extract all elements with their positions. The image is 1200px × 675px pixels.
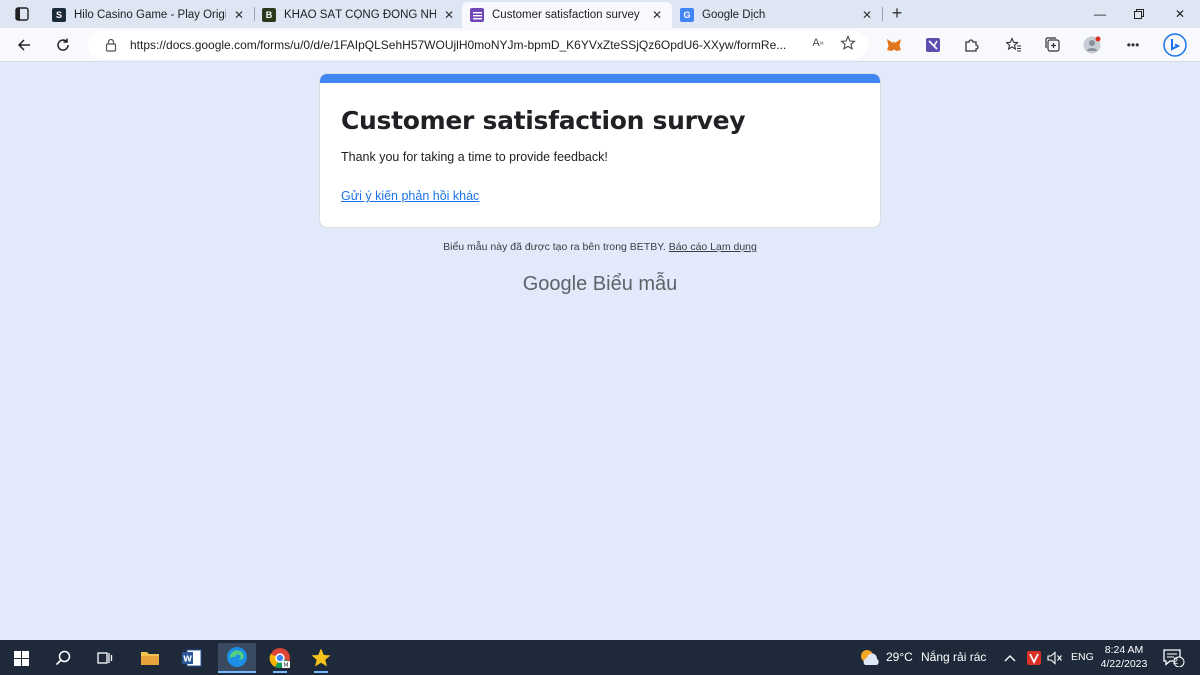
window-close-icon[interactable]: ✕	[1168, 4, 1192, 24]
casino-favicon-icon: S	[52, 8, 66, 22]
submit-another-response-link[interactable]: Gửi ý kiến phản hồi khác	[341, 189, 479, 203]
tab-customer-survey[interactable]: Customer satisfaction survey ✕	[462, 2, 672, 28]
new-tab-button[interactable]: +	[888, 4, 906, 23]
report-abuse-link[interactable]: Báo cáo Lạm dụng	[669, 241, 757, 253]
input-language[interactable]: ENG	[1071, 651, 1094, 663]
vivaldi-tray-icon[interactable]	[1023, 643, 1045, 673]
edge-browser-icon[interactable]	[218, 643, 256, 673]
back-arrow-icon[interactable]	[12, 33, 36, 57]
profile-avatar-icon[interactable]	[1083, 36, 1101, 54]
url-text[interactable]: https://docs.google.com/forms/u/0/d/e/1F…	[130, 38, 802, 52]
volume-muted-icon[interactable]	[1044, 643, 1066, 673]
bing-copilot-icon[interactable]	[1163, 33, 1187, 57]
created-inside-text: Biểu mẫu này đã được tạo ra bên trong BE…	[443, 241, 666, 253]
close-icon[interactable]: ✕	[232, 8, 246, 22]
clock-time: 8:24 AM	[1104, 644, 1144, 656]
google-forms-logo[interactable]: Google Biểu mẫu	[0, 273, 1200, 296]
add-favorite-icon[interactable]	[840, 35, 856, 51]
form-accent-band	[320, 74, 880, 83]
file-explorer-icon[interactable]	[135, 643, 165, 673]
extension-purple-icon[interactable]	[924, 36, 942, 54]
chrome-icon[interactable]: M	[265, 643, 295, 673]
tab-title: Google Dịch	[702, 9, 766, 21]
betby-favicon-icon: B	[262, 8, 276, 22]
clock-date: 4/22/2023	[1100, 658, 1148, 670]
address-bar[interactable]: https://docs.google.com/forms/u/0/d/e/1F…	[88, 31, 868, 59]
task-view-icon[interactable]	[90, 643, 120, 673]
google-wordmark: Google	[522, 273, 588, 295]
star-app-icon[interactable]	[306, 643, 336, 673]
windows-taskbar: W M 29°C Nắng rải rác ENG 2	[0, 640, 1200, 675]
weather-icon[interactable]	[855, 643, 885, 673]
read-aloud-icon[interactable]: A»	[810, 35, 826, 51]
collections-icon[interactable]	[1044, 36, 1062, 54]
svg-text:M: M	[283, 662, 288, 669]
favorites-icon[interactable]	[1005, 36, 1023, 54]
browser-toolbar: https://docs.google.com/forms/u/0/d/e/1F…	[0, 28, 1200, 62]
tab-khao-sat[interactable]: B KHẢO SÁT CỘNG ĐỒNG NHÀ CÁI ✕	[254, 2, 464, 28]
refresh-icon[interactable]	[51, 33, 75, 57]
notification-count-badge: 2	[1173, 656, 1179, 666]
system-clock[interactable]: 8:24 AM 4/22/2023	[1098, 643, 1150, 671]
weather-temperature[interactable]: 29°C	[886, 650, 913, 664]
word-icon[interactable]: W	[177, 643, 207, 673]
search-icon[interactable]	[48, 643, 78, 673]
tab-actions-icon[interactable]	[8, 4, 36, 24]
tab-title: Customer satisfaction survey	[492, 9, 640, 21]
tab-title: Hilo Casino Game - Play Original	[74, 9, 226, 21]
confirmation-card: Customer satisfaction survey Thank you f…	[319, 73, 881, 228]
metamask-icon[interactable]	[885, 36, 903, 54]
translate-icon: G	[680, 8, 694, 22]
tab-strip: S Hilo Casino Game - Play Original ✕ B K…	[0, 0, 1200, 28]
close-icon[interactable]: ✕	[860, 8, 874, 22]
tab-hilo-casino[interactable]: S Hilo Casino Game - Play Original ✕	[44, 2, 254, 28]
svg-text:W: W	[183, 655, 192, 664]
minimize-icon[interactable]: —	[1088, 4, 1112, 24]
form-footer-note: Biểu mẫu này đã được tạo ra bên trong BE…	[0, 241, 1200, 253]
lock-icon[interactable]	[104, 38, 118, 52]
chevron-up-icon[interactable]	[1000, 643, 1020, 673]
tab-separator	[882, 7, 883, 21]
form-title: Customer satisfaction survey	[341, 106, 746, 135]
forms-wordmark: Biểu mẫu	[592, 273, 678, 295]
forms-icon	[470, 8, 484, 22]
tab-title: KHẢO SÁT CỘNG ĐỒNG NHÀ CÁI	[284, 9, 436, 21]
restore-icon[interactable]	[1127, 4, 1151, 24]
close-icon[interactable]: ✕	[442, 8, 456, 22]
more-options-icon[interactable]: •••	[1124, 36, 1142, 54]
tab-google-translate[interactable]: G Google Dịch ✕	[672, 2, 882, 28]
weather-description[interactable]: Nắng rải rác	[921, 650, 986, 664]
windows-start-icon[interactable]	[6, 643, 36, 673]
confirmation-message: Thank you for taking a time to provide f…	[341, 150, 608, 164]
close-icon[interactable]: ✕	[650, 8, 664, 22]
extensions-puzzle-icon[interactable]	[962, 36, 980, 54]
